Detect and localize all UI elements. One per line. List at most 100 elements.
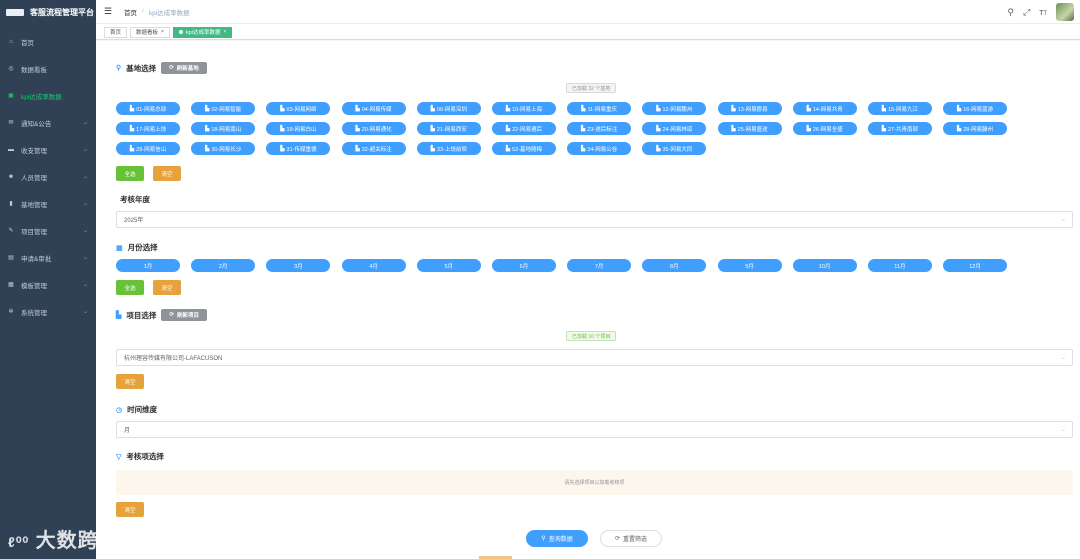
refresh-projects-button[interactable]: ⟳ 刷新项目 — [161, 309, 208, 321]
hamburger-icon[interactable]: ☰ — [104, 6, 114, 17]
base-pill[interactable]: ▙ 01-网易总部 — [116, 102, 180, 115]
base-pill[interactable]: ▙ 16-网易蓝游 — [943, 102, 1008, 115]
time-section-title: ◷ 时间维度 — [116, 405, 158, 414]
avatar[interactable] — [1056, 3, 1074, 21]
base-pill-label: 03-网易网络 — [286, 106, 317, 113]
base-pill[interactable]: ▙ 23-遂后标注 — [567, 122, 632, 135]
sidebar-item-5[interactable]: ☻ 人员管理 ⌄ — [0, 163, 96, 190]
bases-clear-button[interactable]: 清空 — [153, 166, 181, 181]
sidebar-item-1[interactable]: ◎ 数据看板 — [0, 55, 96, 82]
base-pill[interactable]: ▙ 34-网易公谷 — [567, 142, 632, 155]
chevron-down-icon: ⌄ — [82, 282, 88, 288]
base-pill[interactable]: ▙ 20-网易通化 — [341, 122, 406, 135]
month-pill[interactable]: 6月 — [491, 259, 556, 272]
year-select[interactable]: 2025年 ⌄ — [116, 211, 1073, 228]
month-pill[interactable]: 3月 — [266, 259, 331, 272]
month-pill[interactable]: 9月 — [717, 259, 782, 272]
base-pill[interactable]: ▙ 15-网易九江 — [867, 102, 932, 115]
base-pill-label: 16-网易蓝游 — [963, 106, 994, 113]
font-size-icon[interactable]: тT — [1039, 7, 1047, 17]
month-pill[interactable]: 10月 — [792, 259, 857, 272]
base-pill[interactable]: ▙ 31-传媒重德 — [266, 142, 331, 155]
month-pill[interactable]: 5月 — [416, 259, 481, 272]
base-pill[interactable]: ▙ 28-网易滕州 — [943, 122, 1008, 135]
base-pill[interactable]: ▙ 25-网易盛途 — [717, 122, 782, 135]
building-icon: ▙ — [205, 145, 210, 152]
base-pill-label: 29-网易信山 — [136, 146, 167, 153]
tag-label: 数据看板 — [136, 30, 159, 36]
building-icon: ▙ — [806, 105, 811, 112]
sidebar-item-2[interactable]: ▣ kpi达成率数据 — [0, 82, 96, 109]
base-pill[interactable]: ▙ 10-网易上海 — [491, 102, 556, 115]
base-pill[interactable]: ▙ 33-上饶前坝 — [416, 142, 481, 155]
chevron-down-icon: ⌄ — [82, 120, 88, 126]
edit-icon: ✎ — [8, 228, 14, 234]
bases-select-all-button[interactable]: 全选 — [116, 166, 144, 181]
base-pill[interactable]: ▙ 18-网易南山 — [191, 122, 256, 135]
sidebar-item-4[interactable]: ▬ 收支管理 ⌄ — [0, 136, 96, 163]
month-pill[interactable]: 1月 — [116, 259, 180, 272]
tags-view: 首页 数据看板 × kpi达成率数据 × — [96, 25, 1080, 40]
project-clear-button[interactable]: 清空 — [116, 374, 144, 389]
month-pill[interactable]: 2月 — [191, 259, 256, 272]
base-pill[interactable]: ▙ 52-基地随梅 — [491, 142, 556, 155]
sidebar-item-label: kpi达成率数据 — [21, 93, 62, 101]
refresh-bases-button[interactable]: ⟳ 刷新基地 — [161, 62, 207, 74]
tag-0[interactable]: 首页 — [104, 26, 128, 38]
filter-icon: ▽ — [116, 453, 122, 461]
assess-clear-button[interactable]: 清空 — [116, 502, 144, 517]
month-pill[interactable]: 8月 — [642, 259, 707, 272]
base-pill[interactable]: ▙ 22-网易遵后 — [491, 122, 556, 135]
template-icon: ▦ — [8, 282, 14, 288]
base-pill[interactable]: ▙ 32-超关标注 — [341, 142, 406, 155]
sidebar-item-3[interactable]: ✉ 通知&公告 ⌄ — [0, 109, 96, 136]
base-pill[interactable]: ▙ 00-网易深圳 — [416, 102, 481, 115]
building-icon: ▙ — [205, 105, 210, 112]
months-clear-button[interactable]: 清空 — [153, 280, 181, 295]
base-pill[interactable]: ▙ 24-网易林琼 — [642, 122, 707, 135]
sidebar-item-7[interactable]: ✎ 项目管理 ⌄ — [0, 217, 96, 244]
base-pill[interactable]: ▙ 11-网易重庆 — [567, 102, 632, 115]
sidebar-item-8[interactable]: ▤ 申请&审批 ⌄ — [0, 244, 96, 271]
month-pill[interactable]: 11月 — [867, 259, 932, 272]
base-pill[interactable]: ▙ 04-网易传媒 — [341, 102, 406, 115]
tag-2[interactable]: kpi达成率数据 × — [172, 26, 233, 38]
base-pill[interactable]: ▙ 13-网易郡县 — [717, 102, 782, 115]
sidebar-item-10[interactable]: ✲ 系统管理 ⌄ — [0, 298, 96, 325]
reset-button[interactable]: ⟳ 重置筛选 — [600, 530, 662, 547]
base-pill[interactable]: ▙ 26-网易全盛 — [792, 122, 857, 135]
base-pill[interactable]: ▙ 02-网易智能 — [191, 102, 256, 115]
project-select[interactable]: 杭州理容传媒有限公司-LAFACUSON ⌄ — [116, 349, 1073, 366]
sidebar-item-0[interactable]: ⌂ 首页 — [0, 28, 96, 55]
months-select-all-button[interactable]: 全选 — [116, 280, 144, 295]
base-pill[interactable]: ▙ 27-共青南部 — [867, 122, 932, 135]
breadcrumb-home[interactable]: 首页 — [124, 7, 137, 17]
sidebar-item-6[interactable]: ▮ 基地管理 ⌄ — [0, 190, 96, 217]
tag-1[interactable]: 数据看板 × — [130, 26, 170, 38]
base-pill-label: 52-基地随梅 — [512, 146, 543, 153]
sidebar-item-9[interactable]: ▦ 模板管理 ⌄ — [0, 271, 96, 298]
month-pill[interactable]: 7月 — [567, 259, 632, 272]
time-select-value: 月 — [124, 428, 131, 434]
breadcrumb-separator: / — [142, 8, 144, 15]
base-pill[interactable]: ▙ 03-网易网络 — [266, 102, 331, 115]
base-pill[interactable]: ▙ 17-网易上饶 — [116, 122, 180, 135]
search-icon[interactable]: ⚲ — [1007, 7, 1014, 18]
fullscreen-icon[interactable]: ⤢ — [1023, 7, 1030, 18]
base-pill[interactable]: ▙ 21-网易西安 — [416, 122, 481, 135]
month-pill[interactable]: 4月 — [341, 259, 406, 272]
close-icon[interactable]: × — [223, 29, 226, 35]
base-pill[interactable]: ▙ 35-网易大同 — [642, 142, 707, 155]
base-pill[interactable]: ▙ 12-网易鹏州 — [642, 102, 707, 115]
close-icon[interactable]: × — [161, 29, 164, 35]
base-pill-label: 21-网易西安 — [436, 126, 467, 133]
assess-hint-text: 请先选择项目以加载考核项 — [564, 480, 625, 486]
month-pill[interactable]: 12月 — [943, 259, 1008, 272]
base-pill[interactable]: ▙ 29-网易信山 — [116, 142, 180, 155]
base-pill[interactable]: ▙ 14-网易共青 — [792, 102, 857, 115]
base-pill[interactable]: ▙ 19-网易白山 — [266, 122, 331, 135]
base-pill[interactable]: ▙ 30-网易长沙 — [191, 142, 256, 155]
query-button[interactable]: ⚲ 查询数据 — [526, 530, 588, 547]
time-select[interactable]: 月 ⌄ — [116, 421, 1073, 438]
logo-icon — [6, 8, 24, 16]
